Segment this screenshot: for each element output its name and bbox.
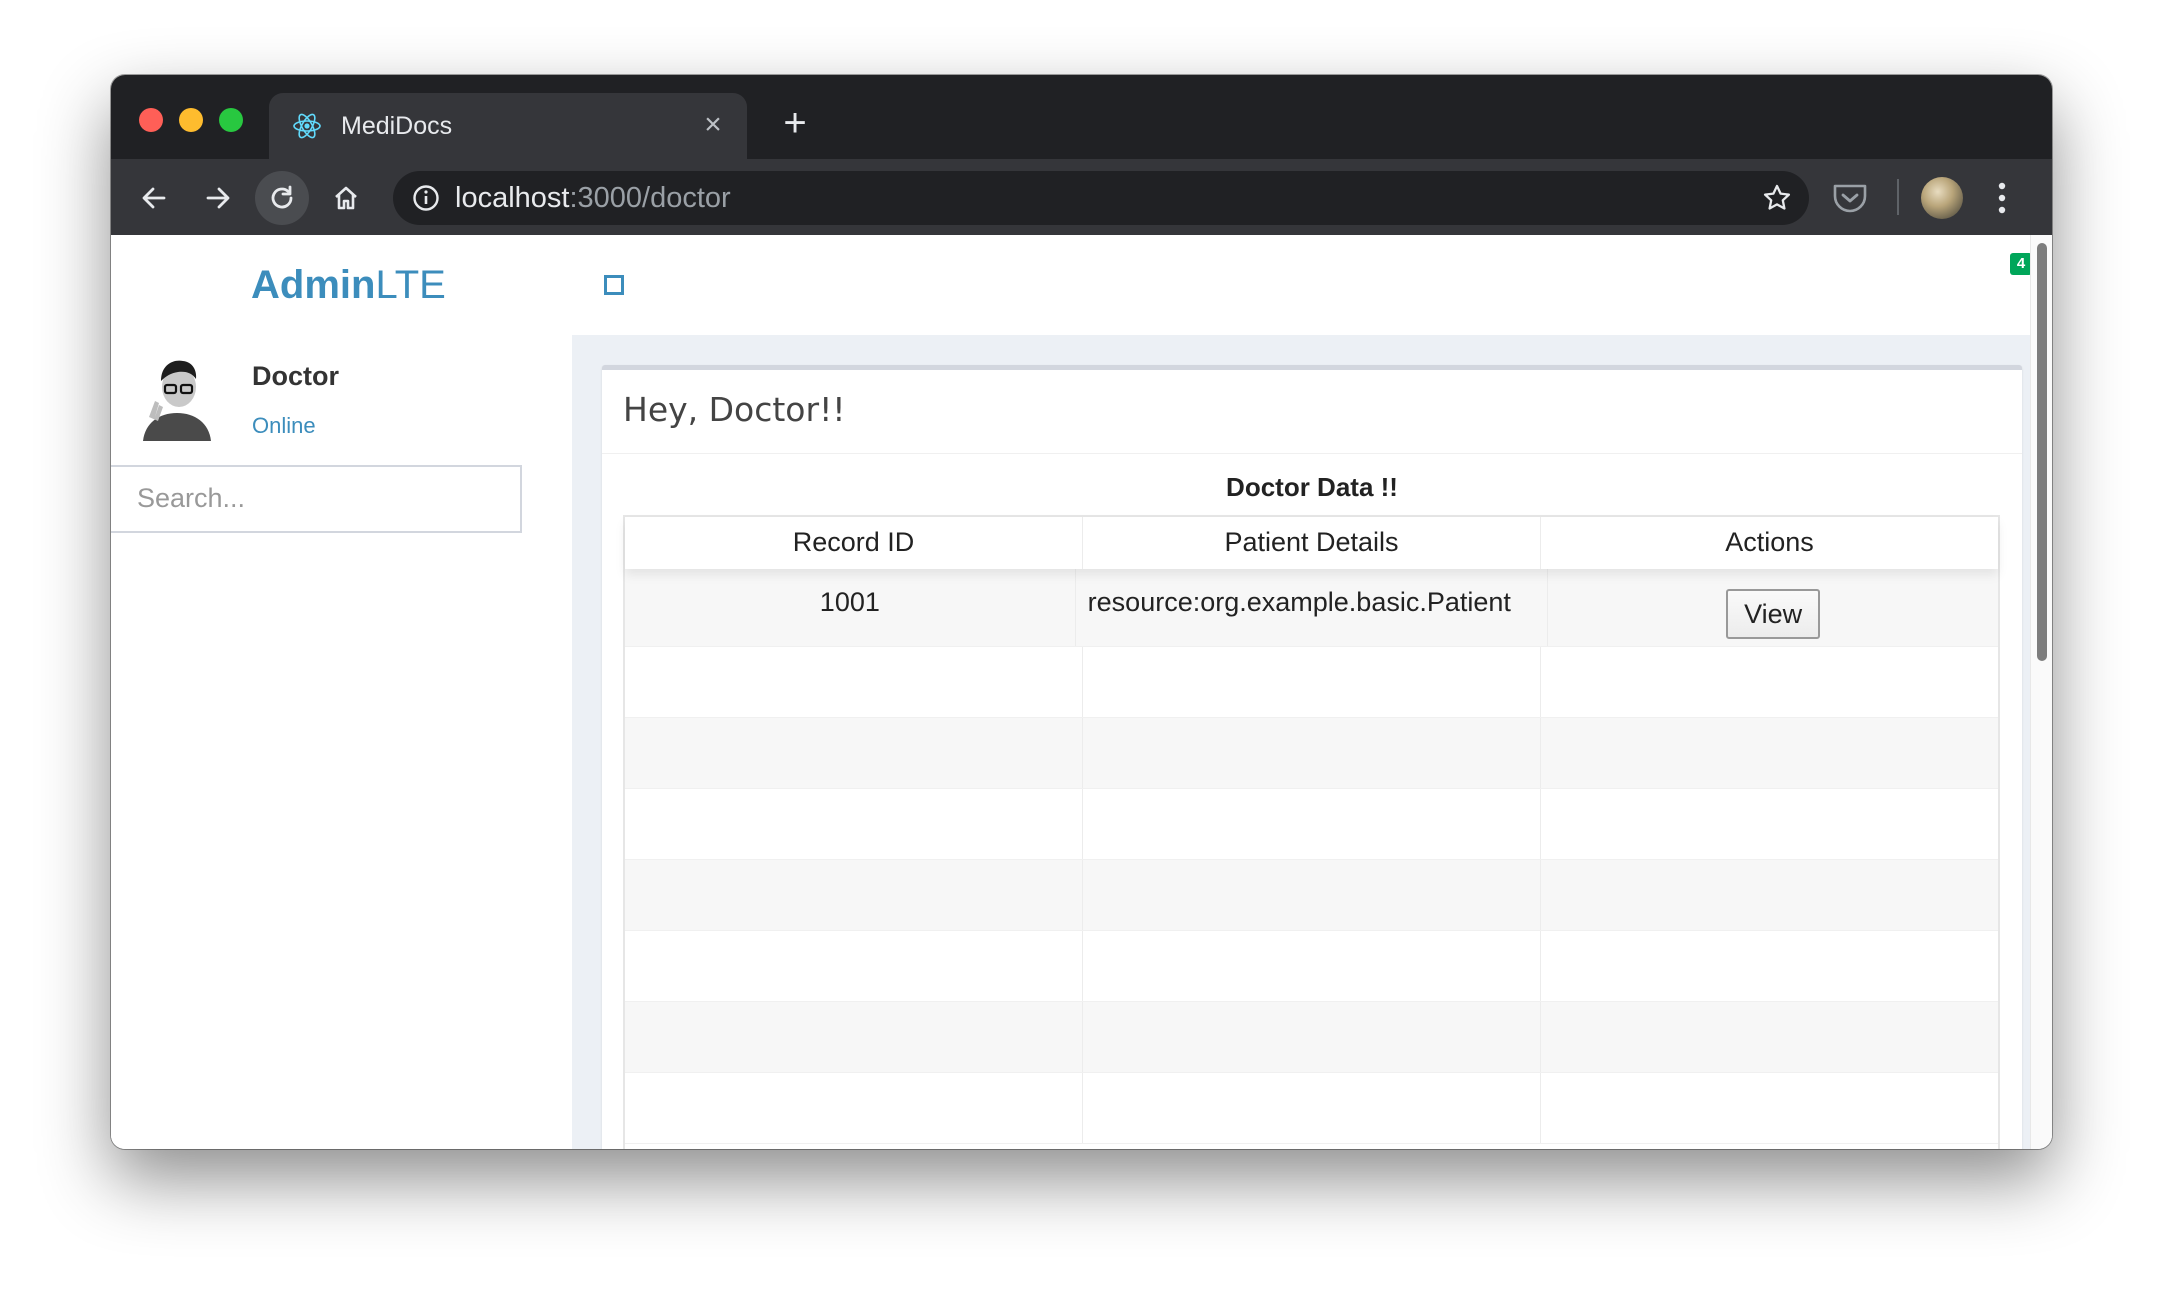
new-tab-button[interactable]: +: [775, 103, 815, 145]
content-box: Hey, Doctor!! Doctor Data !! Record ID P…: [602, 365, 2022, 1149]
back-button[interactable]: [127, 171, 181, 225]
logo-bold: Admin: [251, 263, 376, 307]
table-row-empty: [625, 718, 1998, 789]
record-id-cell: 1001: [625, 569, 1076, 646]
home-button[interactable]: [319, 171, 373, 225]
actions-cell: View: [1548, 569, 1998, 646]
table-row[interactable]: 1001 resource:org.example.basic.Patient …: [625, 569, 1998, 647]
browser-window: MediDocs × + localhost:3000/doctor Admin…: [111, 75, 2052, 1149]
url-host: localhost: [455, 182, 570, 214]
arrow-right-icon: [206, 187, 230, 209]
home-icon: [335, 186, 357, 210]
notification-badge[interactable]: 4: [2010, 253, 2032, 275]
tab-strip: MediDocs × +: [111, 75, 2052, 159]
doctor-data-table: Record ID Patient Details Actions 1001 r…: [623, 515, 2000, 1149]
arrow-left-icon: [142, 187, 166, 209]
info-icon[interactable]: [411, 183, 441, 213]
browser-tab[interactable]: MediDocs ×: [269, 93, 747, 159]
column-header-actions[interactable]: Actions: [1541, 517, 1998, 569]
profile-avatar[interactable]: [1921, 177, 1963, 219]
table-header: Record ID Patient Details Actions: [625, 517, 1998, 569]
url-path: :3000/doctor: [569, 182, 731, 214]
table-row-empty: [625, 1002, 1998, 1073]
user-name: Doctor: [252, 361, 339, 391]
tab-title: MediDocs: [341, 112, 453, 140]
address-bar[interactable]: localhost:3000/doctor: [393, 171, 1809, 225]
logo-light: LTE: [375, 263, 446, 307]
table-row-empty: [625, 1073, 1998, 1144]
app-logo[interactable]: AdminLTE: [251, 259, 446, 311]
table-row-empty: [625, 647, 1998, 718]
reload-icon: [271, 185, 293, 209]
maximize-window-button[interactable]: [219, 108, 243, 132]
toolbar-divider: [1897, 179, 1899, 215]
sidebar-toggle-icon[interactable]: [604, 275, 624, 295]
page-title: Hey, Doctor!!: [602, 370, 2022, 454]
url-text: localhost:3000/doctor: [455, 182, 731, 214]
more-menu-icon[interactable]: [1995, 179, 2009, 217]
minimize-window-button[interactable]: [179, 108, 203, 132]
bookmark-star-icon[interactable]: [1761, 182, 1793, 214]
top-navbar: 4: [572, 235, 2052, 335]
close-tab-icon[interactable]: ×: [697, 109, 729, 141]
sidebar: AdminLTE Doctor Online Search...: [111, 235, 572, 1149]
browser-toolbar: localhost:3000/doctor: [111, 159, 2052, 235]
pocket-icon[interactable]: [1831, 181, 1869, 215]
view-button[interactable]: View: [1726, 589, 1821, 639]
table-row-empty: [625, 931, 1998, 1002]
sidebar-search-input[interactable]: Search...: [111, 465, 522, 533]
react-icon: [293, 113, 321, 139]
close-window-button[interactable]: [139, 108, 163, 132]
scrollbar-thumb[interactable]: [2037, 243, 2047, 661]
column-header-record-id[interactable]: Record ID: [625, 517, 1083, 569]
page-viewport: AdminLTE Doctor Online Search... 4 Hey, …: [111, 235, 2052, 1149]
page-scrollbar[interactable]: [2030, 235, 2052, 1149]
column-header-patient-details[interactable]: Patient Details: [1083, 517, 1541, 569]
user-avatar: [137, 357, 217, 441]
forward-button[interactable]: [191, 171, 245, 225]
table-caption: Doctor Data !!: [1226, 472, 1398, 502]
table-row-empty: [625, 789, 1998, 860]
table-row-empty: [625, 860, 1998, 931]
reload-button[interactable]: [255, 171, 309, 225]
patient-details-cell: resource:org.example.basic.Patient: [1076, 569, 1549, 646]
user-status: Online: [252, 413, 316, 438]
